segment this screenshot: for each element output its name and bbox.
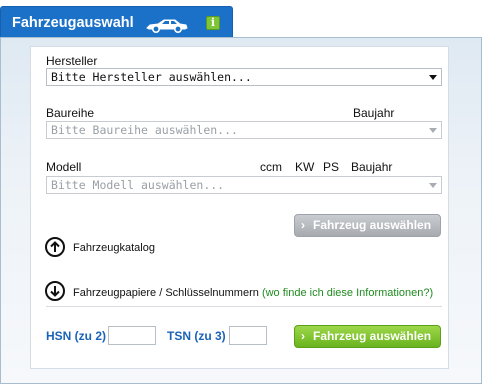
model-select[interactable]: Bitte Modell auswählen... (46, 176, 442, 194)
model-select-value: Bitte Modell auswählen... (51, 178, 225, 192)
vehicle-selection-panel: Hersteller Bitte Hersteller auswählen...… (0, 37, 482, 384)
series-select-value: Bitte Baureihe auswählen... (51, 123, 238, 137)
model-kw-label: KW (295, 160, 315, 174)
car-icon (146, 19, 188, 34)
model-ps-label: PS (323, 160, 340, 174)
series-label: Baureihe (46, 106, 95, 120)
tsn-label: TSN (zu 3) (167, 329, 226, 343)
divider (46, 306, 442, 307)
submit-vehicle-button-label: Fahrzeug auswählen (313, 329, 432, 343)
papers-link[interactable]: Fahrzeugpapiere / Schlüsselnummern (73, 287, 259, 299)
manufacturer-select-value: Bitte Hersteller auswählen... (51, 70, 252, 84)
submit-vehicle-button[interactable]: › Fahrzeug auswählen (294, 325, 441, 348)
help-link[interactable]: (wo finde ich diese Informationen?) (262, 287, 433, 299)
manufacturer-label: Hersteller (46, 54, 98, 68)
model-label: Modell (46, 160, 82, 174)
info-icon[interactable]: i (206, 16, 220, 30)
chevron-down-icon (429, 75, 437, 80)
form-container: Hersteller Bitte Hersteller auswählen...… (30, 46, 449, 369)
chevron-down-icon (429, 128, 437, 133)
chevron-right-icon: › (301, 329, 305, 343)
series-select[interactable]: Bitte Baureihe auswählen... (46, 121, 442, 139)
arrow-down-circle-icon[interactable] (45, 281, 65, 301)
papers-row: Fahrzeugpapiere / Schlüsselnummern (wo f… (73, 287, 433, 299)
arrow-up-circle-icon[interactable] (45, 237, 65, 257)
model-year-label: Baujahr (351, 160, 393, 174)
series-year-label: Baujahr (353, 106, 395, 120)
model-ccm-label: ccm (260, 160, 282, 174)
chevron-right-icon: › (301, 218, 305, 232)
catalog-link[interactable]: Fahrzeugkatalog (73, 242, 155, 254)
tsn-input[interactable] (229, 326, 267, 345)
hsn-input[interactable] (108, 326, 156, 345)
page-title: Fahrzeugauswahl (12, 15, 134, 31)
manufacturer-select[interactable]: Bitte Hersteller auswählen... (46, 68, 442, 86)
header-tab: Fahrzeugauswahl i (0, 6, 233, 38)
chevron-down-icon (429, 183, 437, 188)
select-vehicle-button-disabled[interactable]: › Fahrzeug auswählen (294, 214, 441, 237)
hsn-label: HSN (zu 2) (46, 329, 106, 343)
select-vehicle-button-label: Fahrzeug auswählen (313, 218, 432, 232)
